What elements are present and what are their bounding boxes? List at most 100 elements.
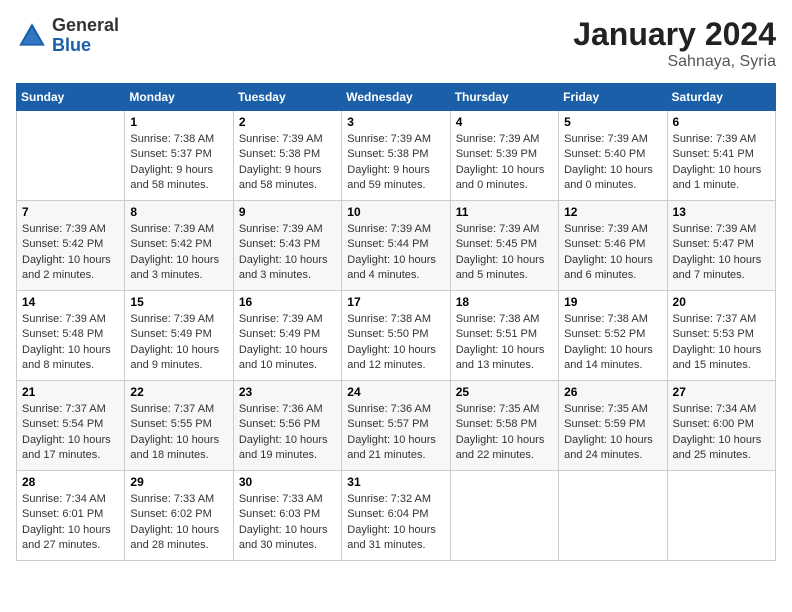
calendar-cell: 27 Sunrise: 7:34 AM Sunset: 6:00 PM Dayli…: [667, 381, 775, 471]
calendar-cell: 15 Sunrise: 7:39 AM Sunset: 5:49 PM Dayli…: [125, 291, 233, 381]
day-number: 20: [673, 295, 770, 309]
day-number: 7: [22, 205, 119, 219]
day-number: 12: [564, 205, 661, 219]
weekday-header-saturday: Saturday: [667, 84, 775, 111]
day-info: Sunrise: 7:38 AM Sunset: 5:37 PM Dayligh…: [130, 132, 227, 194]
weekday-header-thursday: Thursday: [450, 84, 558, 111]
day-info: Sunrise: 7:39 AM Sunset: 5:38 PM Dayligh…: [239, 132, 336, 194]
weekday-header-sunday: Sunday: [17, 84, 125, 111]
calendar-cell: 12 Sunrise: 7:39 AM Sunset: 5:46 PM Dayli…: [559, 201, 667, 291]
day-number: 25: [456, 385, 553, 399]
month-title: January 2024: [573, 16, 776, 53]
day-number: 17: [347, 295, 444, 309]
day-number: 10: [347, 205, 444, 219]
day-info: Sunrise: 7:36 AM Sunset: 5:56 PM Dayligh…: [239, 402, 336, 464]
calendar-cell: 7 Sunrise: 7:39 AM Sunset: 5:42 PM Daylig…: [17, 201, 125, 291]
day-number: 24: [347, 385, 444, 399]
day-info: Sunrise: 7:36 AM Sunset: 5:57 PM Dayligh…: [347, 402, 444, 464]
day-info: Sunrise: 7:39 AM Sunset: 5:44 PM Dayligh…: [347, 222, 444, 284]
day-info: Sunrise: 7:33 AM Sunset: 6:02 PM Dayligh…: [130, 492, 227, 554]
day-info: Sunrise: 7:39 AM Sunset: 5:47 PM Dayligh…: [673, 222, 770, 284]
calendar-cell: 9Sunrise: 7:39 AM Sunset: 5:43 PM Daylig…: [233, 201, 341, 291]
day-info: Sunrise: 7:39 AM Sunset: 5:41 PM Dayligh…: [673, 132, 770, 194]
day-number: 14: [22, 295, 119, 309]
day-number: 21: [22, 385, 119, 399]
calendar-cell: 25Sunrise: 7:35 AM Sunset: 5:58 PM Dayli…: [450, 381, 558, 471]
day-number: 28: [22, 475, 119, 489]
calendar-cell: 8 Sunrise: 7:39 AM Sunset: 5:42 PM Daylig…: [125, 201, 233, 291]
week-row-5: 28Sunrise: 7:34 AM Sunset: 6:01 PM Dayli…: [17, 471, 776, 561]
day-number: 29: [130, 475, 227, 489]
calendar-cell: [667, 471, 775, 561]
day-number: 2: [239, 115, 336, 129]
day-number: 13: [673, 205, 770, 219]
title-block: January 2024 Sahnaya, Syria: [573, 16, 776, 71]
week-row-4: 21Sunrise: 7:37 AM Sunset: 5:54 PM Dayli…: [17, 381, 776, 471]
day-number: 15: [130, 295, 227, 309]
day-number: 1: [130, 115, 227, 129]
page-header: General Blue January 2024 Sahnaya, Syria: [16, 16, 776, 71]
day-info: Sunrise: 7:39 AM Sunset: 5:39 PM Dayligh…: [456, 132, 553, 194]
day-info: Sunrise: 7:39 AM Sunset: 5:49 PM Dayligh…: [239, 312, 336, 374]
calendar-cell: 23 Sunrise: 7:36 AM Sunset: 5:56 PM Dayli…: [233, 381, 341, 471]
day-info: Sunrise: 7:39 AM Sunset: 5:48 PM Dayligh…: [22, 312, 119, 374]
day-info: Sunrise: 7:37 AM Sunset: 5:53 PM Dayligh…: [673, 312, 770, 374]
calendar-cell: 5 Sunrise: 7:39 AM Sunset: 5:40 PM Daylig…: [559, 111, 667, 201]
calendar-cell: 28Sunrise: 7:34 AM Sunset: 6:01 PM Dayli…: [17, 471, 125, 561]
logo: General Blue: [16, 16, 119, 56]
day-info: Sunrise: 7:39 AM Sunset: 5:42 PM Dayligh…: [22, 222, 119, 284]
day-number: 8: [130, 205, 227, 219]
calendar-cell: 10 Sunrise: 7:39 AM Sunset: 5:44 PM Dayli…: [342, 201, 450, 291]
day-number: 27: [673, 385, 770, 399]
week-row-2: 7 Sunrise: 7:39 AM Sunset: 5:42 PM Daylig…: [17, 201, 776, 291]
logo-blue-text: Blue: [52, 35, 91, 55]
weekday-header-wednesday: Wednesday: [342, 84, 450, 111]
calendar-cell: 21Sunrise: 7:37 AM Sunset: 5:54 PM Dayli…: [17, 381, 125, 471]
calendar-cell: 31Sunrise: 7:32 AM Sunset: 6:04 PM Dayli…: [342, 471, 450, 561]
day-number: 19: [564, 295, 661, 309]
location: Sahnaya, Syria: [573, 53, 776, 71]
day-info: Sunrise: 7:35 AM Sunset: 5:59 PM Dayligh…: [564, 402, 661, 464]
day-info: Sunrise: 7:38 AM Sunset: 5:52 PM Dayligh…: [564, 312, 661, 374]
day-number: 4: [456, 115, 553, 129]
calendar-cell: 3 Sunrise: 7:39 AM Sunset: 5:38 PM Daylig…: [342, 111, 450, 201]
calendar-cell: 19 Sunrise: 7:38 AM Sunset: 5:52 PM Dayli…: [559, 291, 667, 381]
day-info: Sunrise: 7:39 AM Sunset: 5:42 PM Dayligh…: [130, 222, 227, 284]
calendar-cell: 4 Sunrise: 7:39 AM Sunset: 5:39 PM Daylig…: [450, 111, 558, 201]
weekday-header-monday: Monday: [125, 84, 233, 111]
logo-general-text: General: [52, 15, 119, 35]
calendar-cell: 11Sunrise: 7:39 AM Sunset: 5:45 PM Dayli…: [450, 201, 558, 291]
day-number: 3: [347, 115, 444, 129]
calendar-cell: 17 Sunrise: 7:38 AM Sunset: 5:50 PM Dayli…: [342, 291, 450, 381]
day-info: Sunrise: 7:38 AM Sunset: 5:51 PM Dayligh…: [456, 312, 553, 374]
week-row-3: 14 Sunrise: 7:39 AM Sunset: 5:48 PM Dayli…: [17, 291, 776, 381]
calendar-cell: 16Sunrise: 7:39 AM Sunset: 5:49 PM Dayli…: [233, 291, 341, 381]
calendar-cell: 1 Sunrise: 7:38 AM Sunset: 5:37 PM Daylig…: [125, 111, 233, 201]
calendar-cell: [450, 471, 558, 561]
calendar-cell: 22 Sunrise: 7:37 AM Sunset: 5:55 PM Dayli…: [125, 381, 233, 471]
calendar-table: SundayMondayTuesdayWednesdayThursdayFrid…: [16, 83, 776, 561]
calendar-cell: 29 Sunrise: 7:33 AM Sunset: 6:02 PM Dayli…: [125, 471, 233, 561]
calendar-cell: 6 Sunrise: 7:39 AM Sunset: 5:41 PM Daylig…: [667, 111, 775, 201]
day-number: 11: [456, 205, 553, 219]
calendar-cell: 2 Sunrise: 7:39 AM Sunset: 5:38 PM Daylig…: [233, 111, 341, 201]
day-number: 9: [239, 205, 336, 219]
weekday-header-tuesday: Tuesday: [233, 84, 341, 111]
day-number: 18: [456, 295, 553, 309]
day-info: Sunrise: 7:37 AM Sunset: 5:55 PM Dayligh…: [130, 402, 227, 464]
day-info: Sunrise: 7:38 AM Sunset: 5:50 PM Dayligh…: [347, 312, 444, 374]
calendar-cell: [17, 111, 125, 201]
day-info: Sunrise: 7:39 AM Sunset: 5:38 PM Dayligh…: [347, 132, 444, 194]
calendar-cell: 30Sunrise: 7:33 AM Sunset: 6:03 PM Dayli…: [233, 471, 341, 561]
day-info: Sunrise: 7:39 AM Sunset: 5:46 PM Dayligh…: [564, 222, 661, 284]
day-info: Sunrise: 7:34 AM Sunset: 6:00 PM Dayligh…: [673, 402, 770, 464]
day-info: Sunrise: 7:39 AM Sunset: 5:40 PM Dayligh…: [564, 132, 661, 194]
calendar-cell: 18 Sunrise: 7:38 AM Sunset: 5:51 PM Dayli…: [450, 291, 558, 381]
day-number: 23: [239, 385, 336, 399]
day-info: Sunrise: 7:39 AM Sunset: 5:49 PM Dayligh…: [130, 312, 227, 374]
calendar-cell: 14 Sunrise: 7:39 AM Sunset: 5:48 PM Dayli…: [17, 291, 125, 381]
day-number: 6: [673, 115, 770, 129]
day-number: 5: [564, 115, 661, 129]
day-number: 22: [130, 385, 227, 399]
week-row-1: 1 Sunrise: 7:38 AM Sunset: 5:37 PM Daylig…: [17, 111, 776, 201]
